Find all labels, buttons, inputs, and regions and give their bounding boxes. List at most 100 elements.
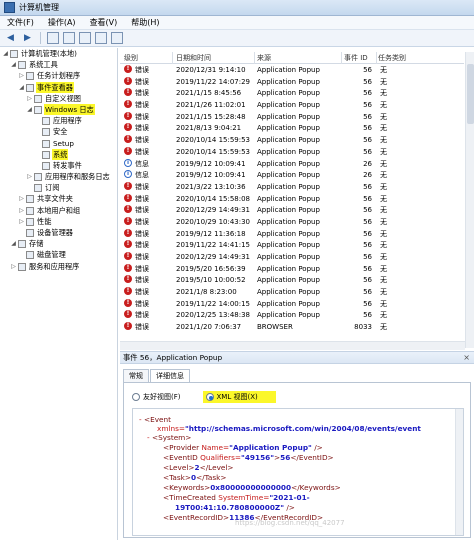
- menu-action[interactable]: 操作(A): [41, 17, 83, 28]
- expand-arrow-icon[interactable]: ▷: [18, 216, 25, 227]
- tree-item[interactable]: ▷ 性能: [0, 216, 117, 227]
- vertical-scrollbar[interactable]: [465, 52, 474, 348]
- tab-details[interactable]: 详细信息: [150, 369, 190, 382]
- tree-item[interactable]: 设备管理器: [0, 227, 117, 238]
- tree-item[interactable]: 系统: [0, 148, 117, 160]
- tree-item-label[interactable]: Setup: [52, 138, 75, 149]
- scrollbar-thumb[interactable]: [467, 64, 474, 124]
- back-arrow-icon[interactable]: ◀: [4, 32, 17, 45]
- menu-help[interactable]: 帮助(H): [124, 17, 166, 28]
- tree-item-label[interactable]: 应用程序: [52, 115, 83, 126]
- properties-icon[interactable]: [79, 32, 91, 44]
- tree-item[interactable]: ▷ 自定义视图: [0, 93, 117, 104]
- tree-item[interactable]: 应用程序: [0, 115, 117, 126]
- expand-arrow-icon[interactable]: ▷: [18, 205, 25, 216]
- show-hide-tree-icon[interactable]: [63, 32, 75, 44]
- tree-item-label[interactable]: 任务计划程序: [36, 70, 81, 81]
- tree-item[interactable]: 订阅: [0, 182, 117, 193]
- table-row[interactable]: ! 错误 2019/9/12 11:36:18 Application Popup 56…: [120, 228, 464, 241]
- tree-item-label[interactable]: 系统工具: [28, 59, 59, 70]
- table-row[interactable]: ! 错误 2020/12/25 13:48:38 Application Popup 5…: [120, 310, 464, 322]
- table-row[interactable]: ! 错误 2019/5/20 16:56:39 Application Popup 56…: [120, 263, 464, 276]
- tree-item[interactable]: 磁盘管理: [0, 249, 117, 260]
- tree-item-label[interactable]: 转发事件: [52, 160, 83, 171]
- table-row[interactable]: ! 错误 2021/1/26 11:02:01 Application Popup 56…: [120, 100, 464, 112]
- column-source[interactable]: 来源: [257, 53, 271, 63]
- tree-item-label[interactable]: 自定义视图: [44, 93, 82, 104]
- expand-arrow-icon[interactable]: ▷: [18, 193, 25, 204]
- column-level[interactable]: 级别: [124, 53, 138, 63]
- table-row[interactable]: ! 错误 2021/1/8 8:23:00 Application Popup 56 无: [120, 287, 464, 299]
- tree-item-label[interactable]: 共享文件夹: [36, 193, 74, 204]
- menu-file[interactable]: 文件(F): [0, 17, 41, 28]
- table-row[interactable]: ! 错误 2020/10/14 15:58:08 Application Popup 5…: [120, 193, 464, 206]
- collapse-arrow-icon[interactable]: ◢: [2, 48, 9, 59]
- tree-item-label[interactable]: 应用程序和服务日志: [44, 171, 111, 182]
- xml-view-radio[interactable]: [205, 393, 214, 401]
- tree-item[interactable]: ▷ 任务计划程序: [0, 70, 117, 81]
- table-row[interactable]: ! 错误 2021/1/15 8:45:56 Application Popup 56 无: [120, 88, 464, 100]
- tree-item-label[interactable]: 系统: [52, 148, 69, 160]
- tree-item[interactable]: Setup: [0, 138, 117, 149]
- friendly-view-radio[interactable]: [132, 393, 140, 401]
- menu-view[interactable]: 查看(V): [83, 17, 125, 28]
- expand-arrow-icon[interactable]: ▷: [18, 70, 25, 81]
- column-category[interactable]: 任务类别: [378, 53, 406, 63]
- tree-item[interactable]: ◢ 存储: [0, 238, 117, 249]
- tree-item[interactable]: ▷ 本地用户和组: [0, 205, 117, 216]
- table-row[interactable]: ! 错误 2019/11/22 14:07:29 Application Popup 5…: [120, 76, 464, 89]
- tree-item[interactable]: ◢ 计算机管理(本地): [0, 48, 117, 59]
- column-event-id[interactable]: 事件 ID: [344, 53, 368, 63]
- collapse-arrow-icon[interactable]: ◢: [10, 238, 17, 249]
- tree-item-label[interactable]: 本地用户和组: [36, 205, 81, 216]
- expand-arrow-icon[interactable]: ▷: [10, 261, 17, 272]
- tree-item-label[interactable]: 订阅: [44, 182, 60, 193]
- table-row[interactable]: i 信息 2019/9/12 10:09:41 Application Popup 26…: [120, 158, 464, 171]
- console-pane-icon[interactable]: [111, 32, 123, 44]
- xml-scrollbar[interactable]: [455, 409, 463, 535]
- table-row[interactable]: ! 错误 2019/11/22 14:00:15 Application Popup 5…: [120, 298, 464, 311]
- help-icon[interactable]: [95, 32, 107, 44]
- tree-item-label[interactable]: 存储: [28, 238, 44, 249]
- tree-item[interactable]: ▷ 共享文件夹: [0, 193, 117, 204]
- up-folder-icon[interactable]: [47, 32, 59, 44]
- collapse-arrow-icon[interactable]: ◢: [18, 82, 25, 93]
- collapse-toggle[interactable]: -: [147, 433, 150, 442]
- tree-item-label[interactable]: 服务和应用程序: [28, 261, 80, 272]
- collapse-toggle[interactable]: -: [139, 415, 142, 424]
- tree-item-label[interactable]: 事件查看器: [36, 81, 74, 93]
- xml-view-label[interactable]: XML 视图(X): [217, 392, 258, 402]
- tree-item[interactable]: ◢ 系统工具: [0, 59, 117, 70]
- xml-view-box[interactable]: - <Event xmlns="http://schemas.microsoft…: [132, 408, 464, 536]
- table-row[interactable]: ! 错误 2021/1/15 15:28:48 Application Popup 56…: [120, 111, 464, 124]
- table-row[interactable]: ! 错误 2020/10/29 10:43:30 Application Popup 5…: [120, 216, 464, 229]
- table-row[interactable]: ! 错误 2020/10/14 15:59:53 Application Popup 5…: [120, 135, 464, 147]
- forward-arrow-icon[interactable]: ▶: [21, 32, 34, 45]
- collapse-arrow-icon[interactable]: ◢: [26, 104, 33, 115]
- tree-item[interactable]: 安全: [0, 126, 117, 137]
- tree-item-label[interactable]: 计算机管理(本地): [20, 48, 78, 59]
- tab-general[interactable]: 常规: [123, 369, 149, 382]
- tree-item[interactable]: 转发事件: [0, 160, 117, 171]
- collapse-arrow-icon[interactable]: ◢: [10, 59, 17, 70]
- table-row[interactable]: ! 错误 2021/1/20 7:06:37 BROWSER 8033 无: [120, 322, 464, 334]
- tree-item-label[interactable]: 磁盘管理: [36, 249, 67, 260]
- close-icon[interactable]: ×: [463, 352, 470, 364]
- table-row[interactable]: ! 错误 2020/10/14 15:59:53 Application Popup 5…: [120, 146, 464, 159]
- expand-arrow-icon[interactable]: ▷: [26, 93, 33, 104]
- tree-item-label[interactable]: Windows 日志: [44, 103, 95, 115]
- tree-item-label[interactable]: 性能: [36, 216, 52, 227]
- table-row[interactable]: ! 错误 2021/3/22 13:10:36 Application Popup 56…: [120, 181, 464, 194]
- table-row[interactable]: ! 错误 2019/5/10 10:00:52 Application Popup 56…: [120, 275, 464, 287]
- table-row[interactable]: ! 错误 2019/11/22 14:41:15 Application Popup 5…: [120, 240, 464, 252]
- table-row[interactable]: ! 错误 2020/12/31 9:14:10 Application Popup 56…: [120, 65, 464, 77]
- column-datetime[interactable]: 日期和时间: [176, 53, 211, 63]
- tree-item-label[interactable]: 安全: [52, 126, 68, 137]
- table-row[interactable]: ! 错误 2020/12/29 14:49:31 Application Popup 5…: [120, 252, 464, 264]
- table-row[interactable]: ! 错误 2021/8/13 9:04:21 Application Popup 56 无: [120, 123, 464, 135]
- table-row[interactable]: ! 错误 2020/12/29 14:49:31 Application Popup 5…: [120, 205, 464, 217]
- table-row[interactable]: i 信息 2019/9/12 10:09:41 Application Popup 26…: [120, 170, 464, 182]
- tree-item-label[interactable]: 设备管理器: [36, 227, 74, 238]
- xml-view-option[interactable]: XML 视图(X): [202, 391, 276, 403]
- horizontal-scrollbar[interactable]: [120, 341, 465, 350]
